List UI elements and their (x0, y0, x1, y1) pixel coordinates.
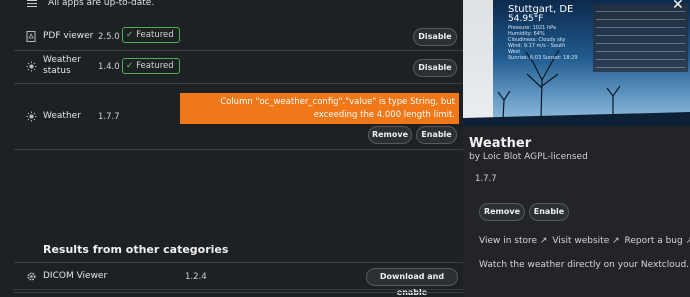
app-name: PDF viewer (43, 31, 94, 41)
weather-card: Stuttgart, DE 54.95°F Pressure: 1021 hPa… (508, 5, 578, 62)
view-in-store-link[interactable]: View in store ↗ (479, 236, 547, 246)
app-name: Weather (43, 111, 81, 121)
weather-line: Sunrise: 6:03 Sunset: 18:29 (508, 55, 578, 61)
sun-icon (26, 111, 37, 122)
app-description: Watch the weather directly on your Nextc… (479, 260, 690, 270)
disable-button[interactable]: Disable (413, 59, 457, 77)
app-version: 1.7.7 (475, 174, 497, 184)
enable-button[interactable]: Enable (529, 203, 569, 221)
section-title: Results from other categories (43, 243, 229, 256)
app-version: 2.5.0 (98, 32, 120, 42)
remove-button[interactable]: Remove (368, 126, 412, 144)
menu-icon[interactable] (27, 0, 37, 8)
weather-line: Wind: 9.17 m/s - South West (508, 43, 566, 55)
remove-button[interactable]: Remove (479, 203, 525, 221)
app-name: DICOM Viewer (43, 271, 108, 281)
sun-icon (26, 61, 37, 72)
app-name: Weather status (43, 55, 81, 76)
download-and-enable-button[interactable]: Download and enable (366, 268, 458, 297)
app-detail-panel: Stuttgart, DE 54.95°F Pressure: 1021 hPa… (463, 0, 690, 297)
gear-icon (27, 272, 36, 281)
pdf-icon (26, 31, 36, 42)
featured-badge: ✓ Featured (122, 58, 180, 74)
temperature: 54.95°F (508, 14, 544, 24)
status-line: All apps are up-to-date. (0, 0, 463, 14)
check-icon: ✓ (126, 61, 134, 71)
featured-badge: ✓ Featured (122, 27, 180, 43)
app-row-weather-status: Weather status 1.4.0 ✓ Featured Disable (14, 52, 463, 84)
app-author: by Loic Blot AGPL-licensed (469, 152, 588, 162)
app-links: View in store ↗ Visit website ↗ Report a… (479, 236, 690, 246)
visit-website-link[interactable]: Visit website ↗ (552, 236, 619, 246)
check-icon: ✓ (126, 30, 134, 40)
enable-button[interactable]: Enable (416, 126, 457, 144)
app-row-dicom-viewer: DICOM Viewer 1.2.4 Download and enable (14, 262, 463, 297)
app-title: Weather (469, 136, 532, 151)
disable-button[interactable]: Disable (413, 28, 457, 46)
app-row-pdf-viewer: PDF viewer 2.5.0 ✓ Featured Disable (14, 25, 463, 51)
app-version: 1.2.4 (185, 272, 207, 282)
app-screenshot: Stuttgart, DE 54.95°F Pressure: 1021 hPa… (463, 0, 690, 126)
app-version: 1.4.0 (98, 62, 120, 72)
error-message: Column "oc_weather_config"."value" is ty… (180, 93, 459, 124)
up-to-date-text: All apps are up-to-date. (48, 0, 155, 8)
close-icon[interactable]: ✕ (672, 0, 684, 13)
app-list-panel: All apps are up-to-date. PDF viewer 2.5.… (0, 0, 463, 297)
badge-label: Featured (136, 61, 174, 71)
next-row-stub (14, 292, 463, 297)
report-bug-link[interactable]: Report a bug ↗ (625, 236, 690, 246)
forecast-table (593, 4, 688, 72)
app-version: 1.7.7 (98, 112, 120, 122)
badge-label: Featured (136, 30, 174, 40)
